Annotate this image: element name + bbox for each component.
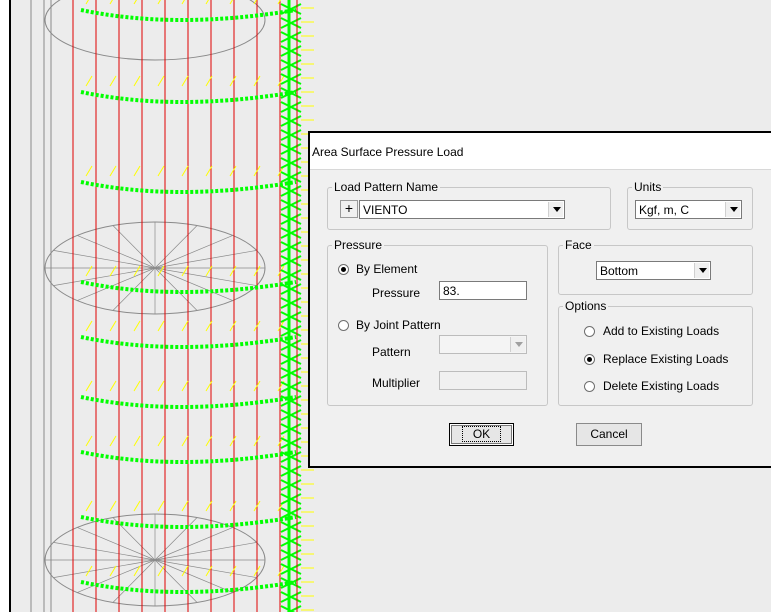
chevron-down-icon[interactable] — [548, 202, 563, 217]
load-arrow — [85, 75, 93, 87]
load-arrow — [181, 320, 189, 332]
load-arrow — [157, 565, 165, 577]
chevron-down-icon[interactable] — [725, 202, 740, 217]
load-arrow — [85, 320, 93, 332]
load-arrow — [109, 320, 117, 332]
load-arrow — [181, 75, 189, 87]
load-arrow — [133, 380, 141, 392]
load-arrow — [277, 0, 281, 5]
load-arrow — [157, 165, 165, 177]
load-arrow — [229, 165, 237, 177]
face-select[interactable]: Bottom — [596, 261, 711, 280]
load-arrow — [181, 380, 189, 392]
load-arrow — [157, 0, 161, 5]
load-arrow — [157, 500, 165, 512]
by-element-radio[interactable] — [338, 264, 349, 275]
units-select[interactable]: Kgf, m, C — [635, 200, 742, 219]
load-pattern-legend: Load Pattern Name — [334, 180, 439, 194]
load-arrow — [229, 0, 233, 5]
pressure-value: 83. — [443, 284, 460, 298]
multiplier-input[interactable] — [439, 371, 527, 390]
load-arrow — [157, 320, 165, 332]
load-arrow — [85, 500, 93, 512]
load-arrow — [133, 165, 141, 177]
load-arrow — [181, 565, 189, 577]
load-arrow — [109, 265, 117, 277]
load-arrow — [85, 165, 93, 177]
add-to-existing-loads-radio[interactable] — [584, 326, 595, 337]
load-arrow — [109, 75, 117, 87]
dialog-title: Area Surface Pressure Load — [312, 145, 464, 159]
load-arrow — [133, 320, 141, 332]
load-arrow — [181, 500, 189, 512]
load-arrow — [133, 75, 141, 87]
face-legend: Face — [565, 238, 592, 252]
mesh-line — [154, 559, 233, 593]
load-arrow — [157, 435, 165, 447]
load-arrow — [109, 0, 113, 5]
mesh-line — [154, 527, 233, 561]
area-surface-pressure-load-dialog: Area Surface Pressure Load Load Pattern … — [308, 131, 771, 468]
load-arrow — [133, 435, 141, 447]
load-arrow — [229, 320, 237, 332]
load-arrow — [133, 0, 137, 5]
mesh-line — [77, 267, 156, 301]
mesh-line — [77, 235, 156, 269]
by-joint-pattern-label: By Joint Pattern — [356, 318, 441, 332]
load-arrow — [229, 435, 237, 447]
load-arrow — [229, 265, 237, 277]
load-pattern-select[interactable]: VIENTO — [359, 200, 565, 219]
pattern-select[interactable] — [439, 335, 527, 354]
chevron-down-icon[interactable] — [694, 263, 709, 278]
pressure-legend: Pressure — [334, 238, 383, 252]
chevron-down-icon — [510, 337, 525, 352]
mesh-line — [154, 267, 233, 301]
load-arrow — [181, 435, 189, 447]
pattern-label: Pattern — [372, 345, 411, 359]
load-arrow — [85, 265, 93, 277]
delete-existing-loads-radio[interactable] — [584, 381, 595, 392]
load-arrow — [85, 380, 93, 392]
units-legend: Units — [634, 180, 662, 194]
pressure-label: Pressure — [372, 286, 421, 300]
multiplier-label: Multiplier — [372, 376, 421, 390]
face-value: Bottom — [600, 264, 639, 278]
load-arrow — [109, 165, 117, 177]
by-element-label: By Element — [356, 262, 418, 276]
units-value: Kgf, m, C — [639, 203, 690, 217]
load-arrow — [181, 165, 189, 177]
load-arrow — [229, 565, 237, 577]
options-legend: Options — [565, 299, 607, 313]
replace-existing-loads-radio[interactable] — [584, 354, 595, 365]
pressure-input[interactable]: 83. — [439, 281, 527, 300]
load-arrow — [277, 75, 285, 87]
load-arrow — [85, 0, 89, 5]
load-arrow — [109, 500, 117, 512]
mesh-ellipse — [44, 0, 266, 61]
load-arrow — [181, 0, 185, 5]
load-arrow — [133, 500, 141, 512]
by-joint-pattern-radio[interactable] — [338, 320, 349, 331]
mesh-line — [154, 235, 233, 269]
cancel-button[interactable]: Cancel — [576, 423, 642, 446]
dialog-title-bar[interactable]: Area Surface Pressure Load — [310, 133, 771, 170]
load-arrow — [229, 500, 237, 512]
mesh-line — [77, 527, 156, 561]
load-arrow — [229, 75, 237, 87]
load-arrow — [157, 380, 165, 392]
add-to-existing-loads-label: Add to Existing Loads — [603, 324, 720, 338]
add-load-pattern-button[interactable]: + — [340, 200, 358, 218]
load-arrow — [229, 380, 237, 392]
load-pattern-value: VIENTO — [363, 203, 408, 217]
load-arrow — [157, 75, 165, 87]
load-arrow — [277, 435, 285, 447]
replace-existing-loads-label: Replace Existing Loads — [603, 352, 729, 366]
load-arrow — [109, 435, 117, 447]
delete-existing-loads-label: Delete Existing Loads — [603, 379, 720, 393]
load-arrow — [109, 380, 117, 392]
load-arrow — [181, 265, 189, 277]
ok-button[interactable]: OK — [449, 423, 514, 446]
load-arrow — [85, 435, 93, 447]
load-arrow — [277, 565, 285, 577]
